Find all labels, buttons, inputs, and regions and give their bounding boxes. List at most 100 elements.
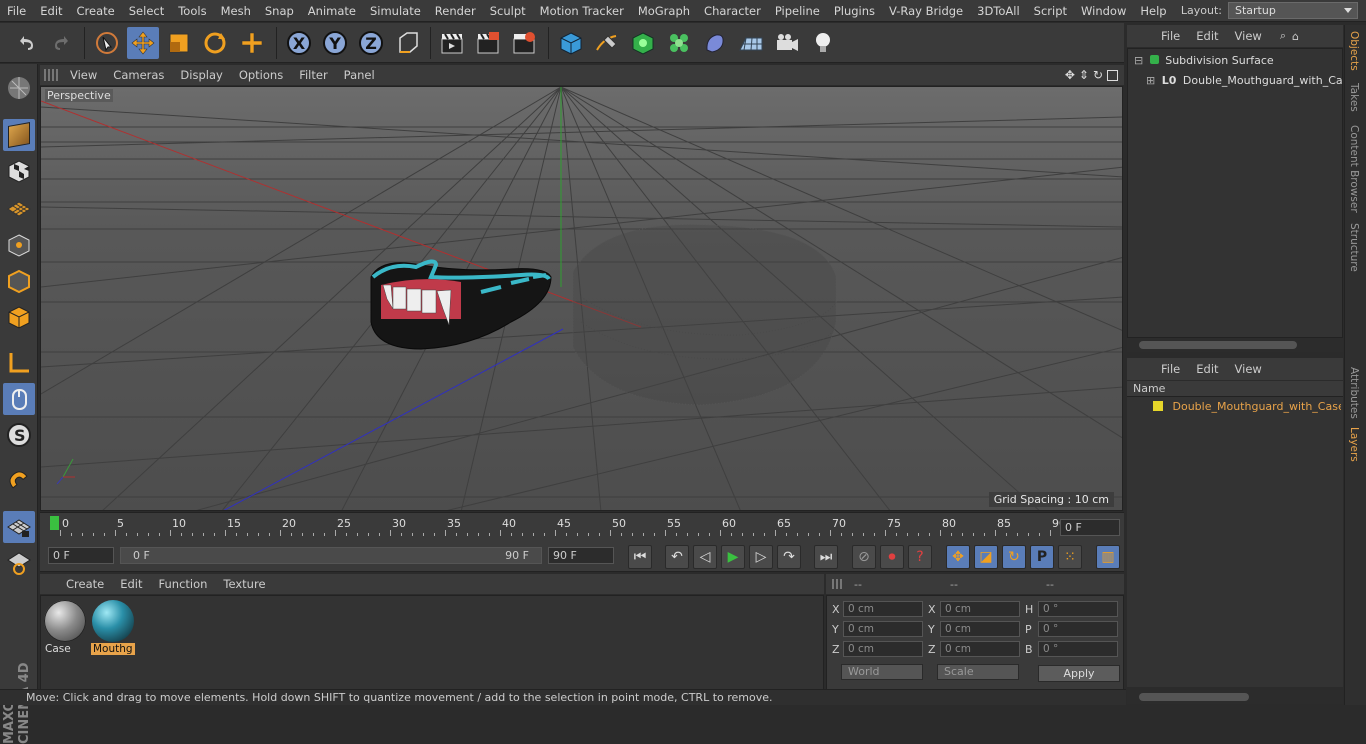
rot-p-field[interactable]: 0 ° <box>1038 621 1118 637</box>
prev-frame-button[interactable]: ◁ <box>693 545 717 569</box>
menu-pipeline[interactable]: Pipeline <box>768 0 827 22</box>
edges-mode-button[interactable] <box>3 265 35 297</box>
layout-dropdown[interactable]: Startup <box>1228 2 1358 19</box>
record-active-button[interactable]: ⊘ <box>852 545 876 569</box>
pos-x-field[interactable]: 0 cm <box>843 601 923 617</box>
size-y-field[interactable]: 0 cm <box>940 621 1020 637</box>
menu-plugins[interactable]: Plugins <box>827 0 882 22</box>
key-position-button[interactable]: ✥ <box>946 545 970 569</box>
viewport-pan-icon[interactable]: ✥ <box>1065 68 1075 82</box>
tab-content-browser[interactable]: Content Browser <box>1348 125 1360 213</box>
size-x-field[interactable]: 0 cm <box>940 601 1020 617</box>
menu-script[interactable]: Script <box>1027 0 1074 22</box>
polygons-mode-button[interactable] <box>3 301 35 333</box>
apply-button[interactable]: Apply <box>1038 665 1120 682</box>
viewport-menu-display[interactable]: Display <box>172 68 230 82</box>
perspective-viewport[interactable]: Perspective Grid Spacing : 10 cm <box>40 86 1123 511</box>
menu-help[interactable]: Help <box>1133 0 1173 22</box>
texture-mode-button[interactable] <box>3 155 35 187</box>
y-axis-lock-button[interactable]: Y <box>319 27 351 59</box>
add-mograph-button[interactable] <box>663 27 695 59</box>
mouthguard-case-model[interactable] <box>572 224 837 406</box>
material-mouthguard[interactable]: Mouthg <box>91 599 135 655</box>
autokey-button[interactable]: ⏺ <box>880 545 904 569</box>
end-frame-field[interactable]: 90 F <box>548 547 614 564</box>
add-generator-button[interactable] <box>627 27 659 59</box>
key-pla-button[interactable]: ⁙ <box>1058 545 1082 569</box>
render-settings-button[interactable] <box>508 27 540 59</box>
enable-snapping-button[interactable] <box>3 465 35 497</box>
key-scale-button[interactable]: ◪ <box>974 545 998 569</box>
menu-character[interactable]: Character <box>697 0 768 22</box>
z-axis-lock-button[interactable]: Z <box>355 27 387 59</box>
viewport-menu-view[interactable]: View <box>62 68 105 82</box>
menu-vray-bridge[interactable]: V-Ray Bridge <box>882 0 970 22</box>
viewport-menu-cameras[interactable]: Cameras <box>105 68 172 82</box>
undo-button[interactable] <box>10 27 42 59</box>
scale-tool-button[interactable] <box>163 27 195 59</box>
object-home-icon[interactable]: ⌂ <box>1292 30 1299 43</box>
add-deformer-button[interactable] <box>699 27 731 59</box>
x-axis-lock-button[interactable]: X <box>283 27 315 59</box>
timeline-window-button[interactable]: ▥ <box>1096 545 1120 569</box>
move-tool-button[interactable] <box>127 27 159 59</box>
material-menu-texture[interactable]: Texture <box>215 577 273 591</box>
pos-z-field[interactable]: 0 cm <box>843 641 923 657</box>
object-row-subdivision-surface[interactable]: ⊟ Subdivision Surface <box>1128 51 1342 71</box>
material-menu-edit[interactable]: Edit <box>112 577 150 591</box>
tree-expand-icon[interactable]: ⊞ <box>1146 74 1155 87</box>
make-editable-button[interactable] <box>3 72 35 104</box>
axis-mode-button[interactable] <box>3 347 35 379</box>
key-parameter-button[interactable]: P <box>1030 545 1054 569</box>
goto-prev-key-button[interactable]: ↶ <box>665 545 689 569</box>
tab-attributes[interactable]: Attributes <box>1348 367 1360 419</box>
recent-tool-button[interactable] <box>236 27 268 59</box>
tab-takes[interactable]: Takes <box>1348 83 1360 112</box>
rotate-tool-button[interactable] <box>199 27 231 59</box>
playhead[interactable] <box>50 516 59 530</box>
goto-end-button[interactable]: ⏭ <box>814 545 838 569</box>
coord-mode-world-dropdown[interactable]: World <box>841 664 923 680</box>
viewport-dolly-icon[interactable]: ⇕ <box>1079 68 1089 82</box>
next-frame-button[interactable]: ▷ <box>749 545 773 569</box>
live-selection-button[interactable] <box>91 27 123 59</box>
goto-next-key-button[interactable]: ↷ <box>777 545 801 569</box>
object-menu-file[interactable]: File <box>1153 29 1188 43</box>
frame-range-slider[interactable]: 0 F 90 F <box>120 547 542 564</box>
camera-label[interactable]: Perspective <box>45 89 113 102</box>
add-cube-button[interactable] <box>555 27 587 59</box>
menu-sculpt[interactable]: Sculpt <box>483 0 533 22</box>
viewport-menu-options[interactable]: Options <box>231 68 291 82</box>
workplane-lock-button[interactable] <box>3 511 35 543</box>
coord-mode-scale-dropdown[interactable]: Scale <box>937 664 1019 680</box>
menu-3dtoall[interactable]: 3DToAll <box>970 0 1027 22</box>
menu-create[interactable]: Create <box>70 0 122 22</box>
rot-b-field[interactable]: 0 ° <box>1038 641 1118 657</box>
snap-button[interactable]: S <box>3 419 35 451</box>
redo-button[interactable] <box>46 27 78 59</box>
menu-file[interactable]: File <box>0 0 33 22</box>
viewport-menu-filter[interactable]: Filter <box>291 68 335 82</box>
size-z-field[interactable]: 0 cm <box>940 641 1020 657</box>
material-menu-create[interactable]: Create <box>58 577 112 591</box>
material-case[interactable]: Case <box>43 599 87 655</box>
layer-menu-file[interactable]: File <box>1153 362 1188 376</box>
render-view-button[interactable] <box>436 27 468 59</box>
viewport-orbit-icon[interactable]: ↻ <box>1093 68 1103 82</box>
add-spline-button[interactable] <box>591 27 623 59</box>
rot-h-field[interactable]: 0 ° <box>1038 601 1118 617</box>
object-menu-edit[interactable]: Edit <box>1188 29 1226 43</box>
layer-row-mouthguard[interactable]: Double_Mouthguard_with_Case <box>1127 397 1341 417</box>
menu-snap[interactable]: Snap <box>258 0 301 22</box>
tab-structure[interactable]: Structure <box>1348 223 1360 272</box>
menu-simulate[interactable]: Simulate <box>363 0 428 22</box>
menu-window[interactable]: Window <box>1074 0 1133 22</box>
keyframe-selection-button[interactable]: ? <box>908 545 932 569</box>
menu-mograph[interactable]: MoGraph <box>631 0 697 22</box>
tab-layers[interactable]: Layers <box>1348 427 1360 462</box>
material-menu-function[interactable]: Function <box>151 577 216 591</box>
layer-scroll-thumb[interactable] <box>1139 693 1249 701</box>
add-scene-button[interactable] <box>735 27 767 59</box>
workplane-mode-button[interactable] <box>3 191 35 223</box>
coordinate-system-button[interactable] <box>392 27 424 59</box>
